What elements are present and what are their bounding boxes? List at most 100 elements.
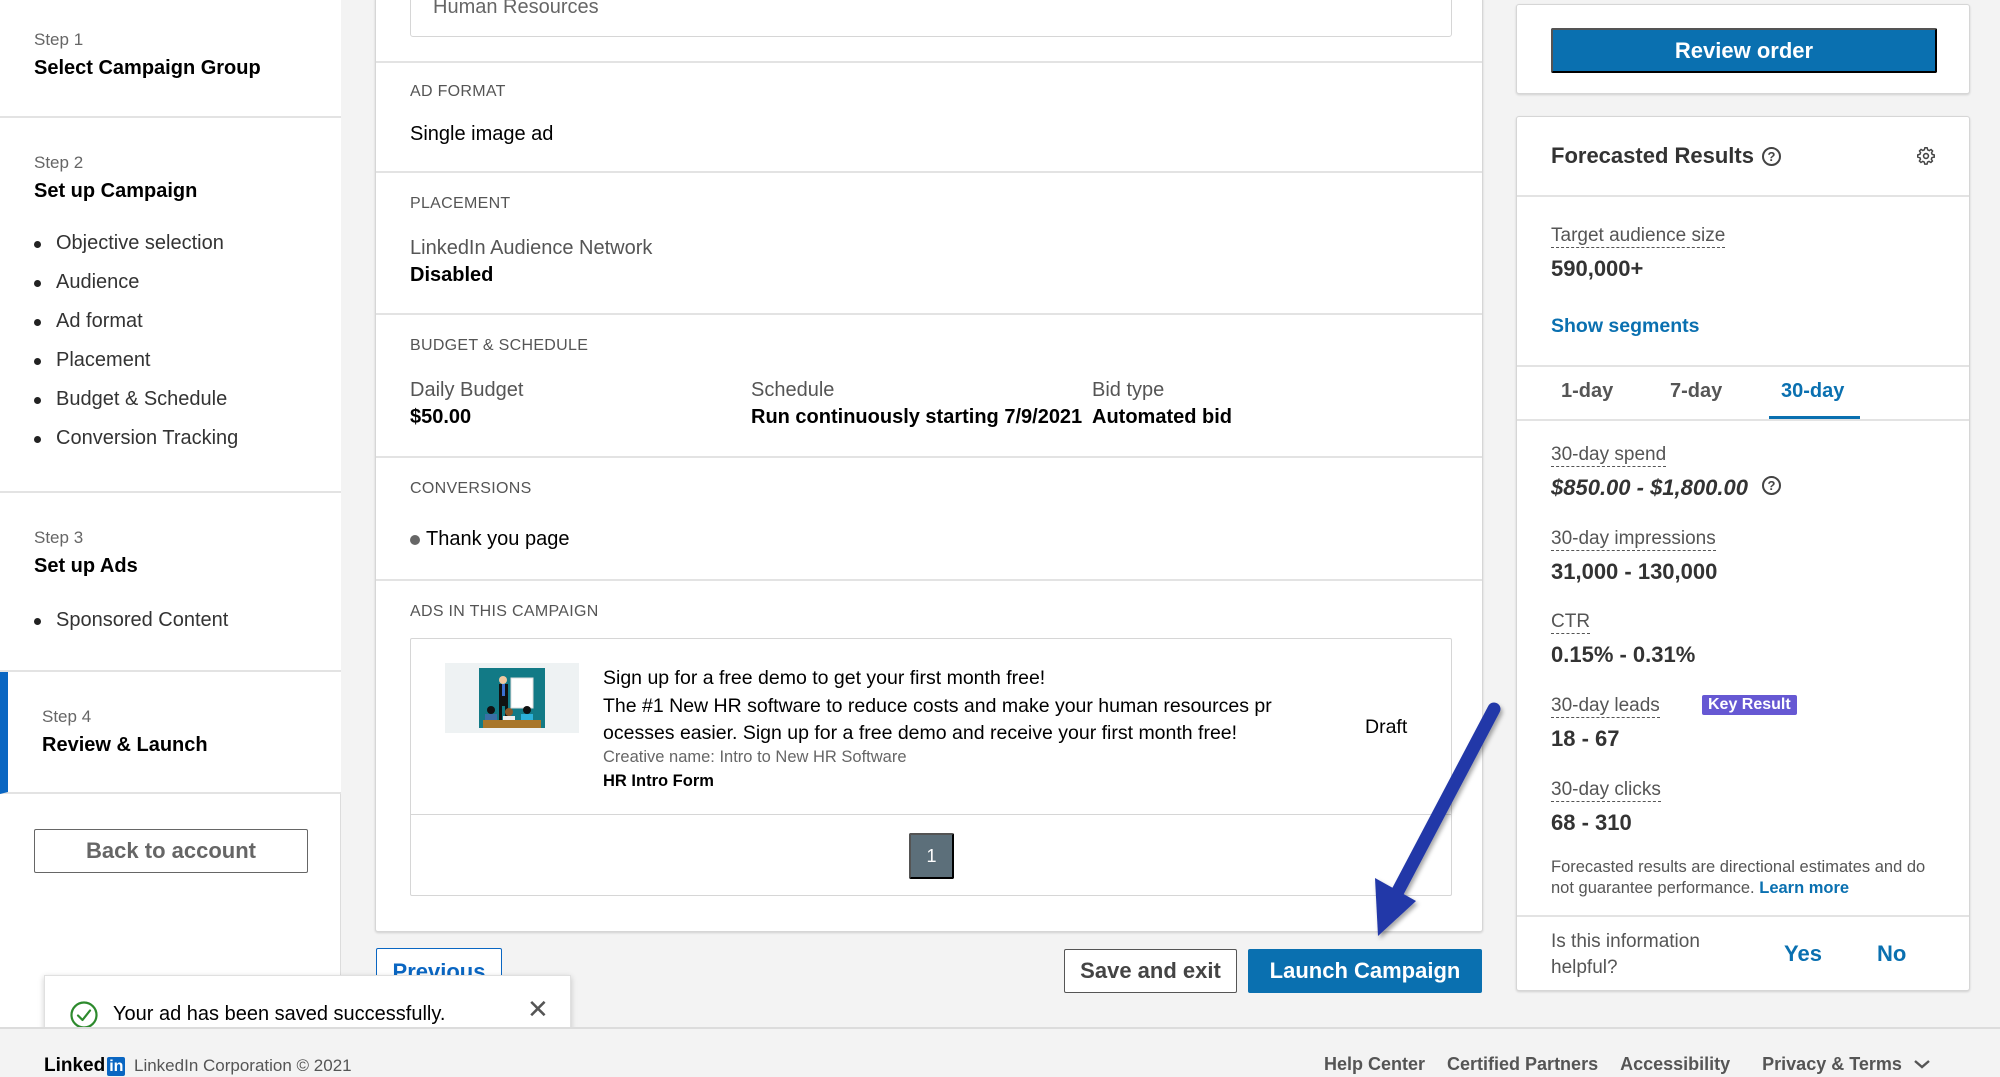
linkedin-logo[interactable]: Linked in — [44, 1055, 126, 1077]
conversion-item: Thank you page — [410, 528, 569, 551]
substep-placement[interactable]: Placement — [34, 347, 238, 386]
presentation-image-icon — [479, 668, 545, 728]
leads-value: 18 - 67 — [1551, 726, 1620, 751]
step-2[interactable]: Step 2 Set up Campaign Objective selecti… — [0, 118, 341, 493]
daily-budget-label: Daily Budget — [410, 379, 524, 401]
forecast-disclaimer: Forecasted results are directional estim… — [1551, 857, 1951, 899]
section-label: PLACEMENT — [410, 195, 511, 212]
no-button[interactable]: No — [1877, 941, 1906, 967]
check-circle-icon — [70, 1001, 98, 1029]
step-4-active[interactable]: Step 4 Review & Launch — [0, 672, 341, 794]
audience-summary-box: Human Resources — [410, 0, 1452, 37]
footer-link-certified-partners[interactable]: Certified Partners — [1447, 1054, 1598, 1075]
privacy-terms-label: Privacy & Terms — [1762, 1054, 1902, 1074]
ad-body-line-2: ocesses easier. Sign up for a free demo … — [603, 722, 1238, 744]
leads-label[interactable]: 30-day leads — [1551, 695, 1660, 718]
divider — [1517, 365, 1969, 367]
impressions-label[interactable]: 30-day impressions — [1551, 528, 1716, 551]
ads-list: Sign up for a free demo to get your firs… — [410, 638, 1452, 896]
forecasted-results-card: Forecasted Results ? Target audience siz… — [1516, 116, 1970, 991]
substep-audience[interactable]: Audience — [34, 269, 238, 308]
conversion-name: Thank you page — [426, 528, 570, 550]
step-title: Select Campaign Group — [34, 57, 261, 79]
section-label: BUDGET & SCHEDULE — [410, 337, 589, 354]
gear-icon[interactable] — [1915, 145, 1937, 167]
substep-ad-format[interactable]: Ad format — [34, 308, 238, 347]
ad-headline: Sign up for a free demo to get your firs… — [603, 667, 1046, 689]
section-label: CONVERSIONS — [410, 480, 532, 497]
budget-schedule-section: BUDGET & SCHEDULE Daily Budget $50.00 Sc… — [376, 315, 1482, 458]
clicks-value: 68 - 310 — [1551, 810, 1632, 835]
tab-30-day[interactable]: 30-day — [1781, 380, 1844, 403]
forecast-period-tabs: 1-day 7-day 30-day — [1517, 368, 1969, 420]
review-order-card: Review order — [1516, 4, 1970, 94]
learn-more-link[interactable]: Learn more — [1759, 879, 1849, 897]
show-segments-link[interactable]: Show segments — [1551, 315, 1699, 338]
ad-creative-name: Creative name: Intro to New HR Software — [603, 748, 907, 766]
target-audience-label[interactable]: Target audience size — [1551, 225, 1726, 248]
helpful-question: Is this information helpful? — [1551, 931, 1700, 978]
schedule-value: Run continuously starting 7/9/2021 — [751, 406, 1083, 428]
help-icon[interactable]: ? — [1761, 146, 1781, 166]
impressions-value: 31,000 - 130,000 — [1551, 559, 1718, 584]
ad-form-name: HR Intro Form — [603, 772, 714, 790]
step-number: Step 3 — [34, 528, 84, 547]
ad-body-line-1: The #1 New HR software to reduce costs a… — [603, 694, 1272, 717]
substep-conversion-tracking[interactable]: Conversion Tracking — [34, 425, 238, 464]
step-title: Review & Launch — [42, 734, 208, 756]
review-order-button[interactable]: Review order — [1551, 28, 1937, 73]
footer-link-help-center[interactable]: Help Center — [1324, 1054, 1425, 1075]
step-number: Step 2 — [34, 153, 84, 172]
close-icon[interactable]: ✕ — [527, 994, 549, 1025]
toast-message: Your ad has been saved successfully. — [113, 1003, 446, 1025]
yes-button[interactable]: Yes — [1784, 941, 1822, 967]
ads-section-label: ADS IN THIS CAMPAIGN — [410, 603, 599, 620]
placement-status: Disabled — [410, 264, 494, 286]
forecasted-results-title: Forecasted Results — [1551, 143, 1754, 168]
bid-type-value: Automated bid — [1092, 406, 1232, 428]
footer-links: Help Center Certified Partners Accessibi… — [1324, 1054, 1953, 1075]
conversions-section: CONVERSIONS Thank you page — [376, 458, 1482, 581]
step-1[interactable]: Step 1 Select Campaign Group — [0, 0, 341, 118]
spend-label[interactable]: 30-day spend — [1551, 444, 1667, 467]
bid-type-label: Bid type — [1092, 379, 1165, 401]
copyright: LinkedIn Corporation © 2021 — [134, 1056, 352, 1075]
review-summary-card: Human Resources AD FORMAT Single image a… — [375, 0, 1483, 932]
step-2-substeps: Objective selection Audience Ad format P… — [34, 230, 238, 464]
back-to-account-button[interactable]: Back to account — [34, 829, 308, 873]
substep-sponsored-content[interactable]: Sponsored Content — [34, 607, 228, 646]
logo-text: Linked — [44, 1055, 106, 1076]
spend-value: $850.00 - $1,800.00 ? — [1551, 475, 1781, 501]
ctr-label[interactable]: CTR — [1551, 611, 1591, 634]
divider — [1517, 419, 1969, 421]
step-title: Set up Ads — [34, 555, 138, 577]
placement-section: PLACEMENT LinkedIn Audience Network Disa… — [376, 173, 1482, 315]
footer-link-privacy-terms[interactable]: Privacy & Terms — [1762, 1054, 1931, 1075]
forecasted-results-header: Forecasted Results ? — [1551, 143, 1781, 169]
substep-objective-selection[interactable]: Objective selection — [34, 230, 238, 269]
clicks-label[interactable]: 30-day clicks — [1551, 779, 1661, 802]
step-number: Step 4 — [42, 707, 92, 726]
target-audience-value: 590,000+ — [1551, 256, 1644, 281]
ctr-value: 0.15% - 0.31% — [1551, 642, 1696, 667]
step-3[interactable]: Step 3 Set up Ads Sponsored Content — [0, 493, 341, 672]
daily-budget-value: $50.00 — [410, 406, 472, 428]
footer-link-accessibility[interactable]: Accessibility — [1620, 1054, 1730, 1075]
divider — [1517, 195, 1969, 197]
save-and-exit-button[interactable]: Save and exit — [1064, 949, 1237, 993]
help-icon[interactable]: ? — [1761, 475, 1781, 495]
logo-in-mark: in — [107, 1056, 126, 1076]
step-number: Step 1 — [34, 30, 84, 49]
pagination-page-button[interactable]: 1 — [909, 833, 954, 879]
substep-budget-schedule[interactable]: Budget & Schedule — [34, 386, 238, 425]
ad-row[interactable]: Sign up for a free demo to get your firs… — [411, 639, 1451, 815]
tab-1-day[interactable]: 1-day — [1561, 380, 1613, 403]
launch-campaign-button[interactable]: Launch Campaign — [1248, 949, 1482, 993]
disclaimer-text: Forecasted results are directional estim… — [1551, 858, 1926, 897]
spend-range: $850.00 - $1,800.00 — [1551, 475, 1748, 500]
chevron-down-icon — [1914, 1060, 1930, 1069]
audience-section: Human Resources — [376, 0, 1482, 63]
placement-network: LinkedIn Audience Network — [410, 237, 653, 259]
tab-7-day[interactable]: 7-day — [1670, 380, 1722, 403]
step-title: Set up Campaign — [34, 180, 198, 202]
